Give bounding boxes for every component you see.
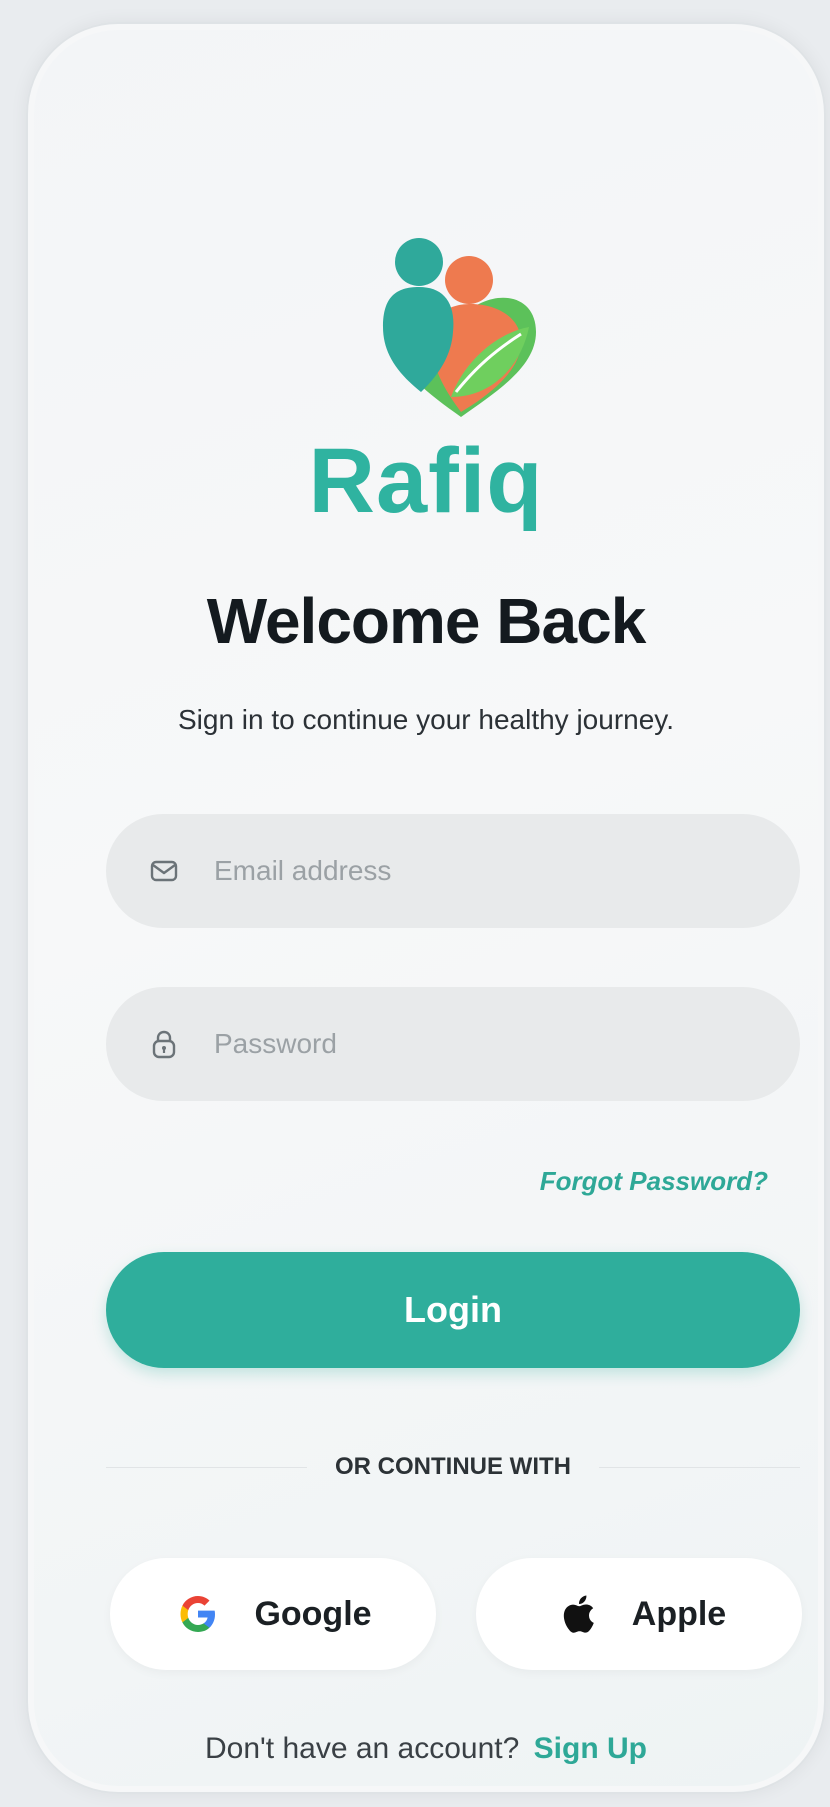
email-field[interactable] xyxy=(106,814,800,928)
phone-frame: Rafiq Welcome Back Sign in to continue y… xyxy=(26,22,826,1794)
login-button[interactable]: Login xyxy=(106,1252,800,1368)
google-icon xyxy=(174,1590,222,1638)
forgot-password-link[interactable]: Forgot Password? xyxy=(540,1166,768,1197)
page-subtitle: Sign in to continue your healthy journey… xyxy=(177,704,674,735)
signup-link[interactable]: Sign Up xyxy=(534,1732,647,1765)
rafiq-logo xyxy=(383,238,536,417)
or-divider: OR CONTINUE WITH xyxy=(106,1452,801,1482)
signup-prompt-text: Don't have an account? xyxy=(205,1732,520,1765)
password-input[interactable] xyxy=(212,1027,736,1061)
brand-name: Rafiq xyxy=(308,430,544,532)
envelope-icon xyxy=(146,853,182,889)
apple-button[interactable]: Apple xyxy=(476,1558,802,1670)
email-input[interactable] xyxy=(212,854,736,888)
apple-icon xyxy=(552,1590,600,1638)
page-title: Welcome Back xyxy=(206,585,647,657)
signup-prompt: Don't have an account? Sign Up xyxy=(28,1732,824,1766)
apple-label: Apple xyxy=(631,1594,727,1633)
lock-icon xyxy=(146,1026,182,1062)
divider-line-left xyxy=(106,1466,308,1468)
google-button[interactable]: Google xyxy=(110,1558,436,1670)
divider-line-right xyxy=(599,1466,801,1468)
google-label: Google xyxy=(254,1594,372,1633)
password-field[interactable] xyxy=(106,987,800,1101)
divider-label: OR CONTINUE WITH xyxy=(335,1453,571,1480)
